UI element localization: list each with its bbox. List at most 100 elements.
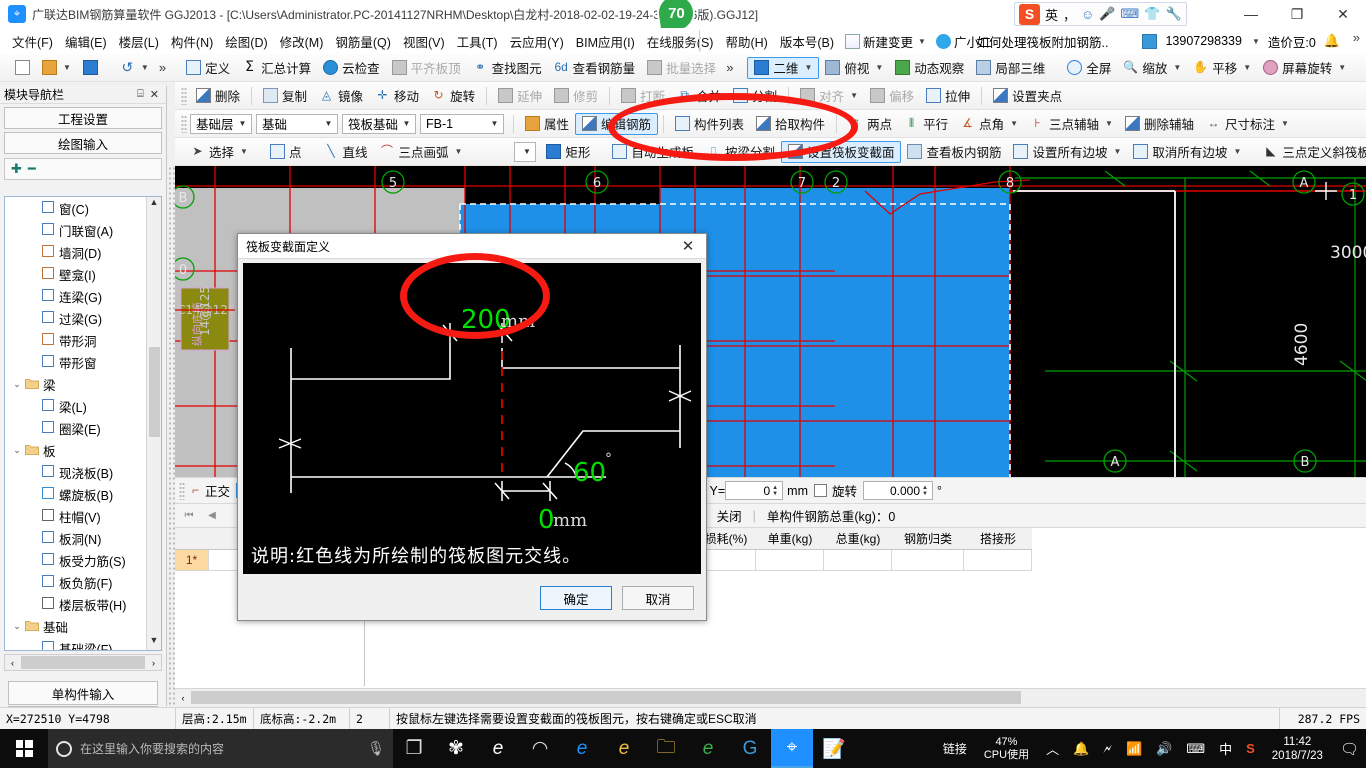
panel-close-icon[interactable]: ✕ (147, 88, 162, 101)
tray-bell-icon[interactable]: 🔔 (1066, 741, 1096, 757)
rotate-checkbox[interactable] (813, 484, 827, 497)
tree-item-柱帽v[interactable]: 柱帽(V) (5, 505, 146, 527)
coin-label[interactable]: 造价豆:0 (1268, 32, 1316, 51)
start-button[interactable] (0, 729, 48, 768)
taskbar-app-notes-icon[interactable]: 📝 (813, 729, 855, 768)
menu-floor[interactable]: 楼层(L) (113, 29, 165, 54)
dialog-cancel-button[interactable]: 取消 (622, 586, 694, 610)
tree-item-梁[interactable]: ⌄ 梁 (5, 373, 146, 395)
action-center-icon[interactable]: 🗨 (1333, 740, 1366, 758)
screen-rotate-button[interactable]: 屏幕旋转 ▼ (1257, 57, 1352, 79)
top-view-chevron-down-icon[interactable]: ▼ (875, 63, 883, 72)
pan-button[interactable]: ✋ 平移 ▼ (1187, 57, 1257, 79)
menu-cloud-app[interactable]: 云应用(Y) (504, 29, 570, 54)
undo-button[interactable]: ↺ ▼ (114, 57, 155, 79)
view-rebar-qty-button[interactable]: 6d 查看钢筋量 (548, 57, 642, 79)
three-point-axis-button[interactable]: ⊦ 三点辅轴 ▼ (1024, 113, 1119, 135)
chevron-down-icon[interactable]: ▼ (918, 37, 926, 46)
help-question-link[interactable]: 如何处理筏板附加钢筋.. (977, 32, 1109, 51)
pan-chevron-down-icon[interactable]: ▼ (1243, 63, 1251, 72)
rebar-cell-unit-weight[interactable] (756, 550, 824, 571)
arc-chevron-down-icon[interactable]: ▼ (454, 147, 462, 156)
menu-rebar[interactable]: 钢筋量(Q) (329, 29, 397, 54)
category-combo[interactable]: 基础 ▼ (256, 113, 338, 134)
menu-draw[interactable]: 绘图(D) (219, 29, 273, 54)
view-slab-rebar-button[interactable]: 查看板内钢筋 (901, 141, 1007, 163)
edit-rebar-button[interactable]: 编辑钢筋 (575, 112, 659, 135)
first-record-icon[interactable]: ⏮ (179, 507, 199, 525)
three-point-arc-button[interactable]: ⌒ 三点画弧 ▼ (373, 141, 468, 163)
open-chevron-down-icon[interactable]: ▼ (63, 63, 71, 72)
menu-version[interactable]: 版本号(B) (774, 29, 840, 54)
hscroll-thumb[interactable] (21, 656, 145, 669)
menu-view[interactable]: 视图(V) (397, 29, 451, 54)
split-by-beam-button[interactable]: ⎍ 按梁分割 (700, 141, 781, 163)
rebar-col-category[interactable]: 钢筋归类 (892, 528, 964, 550)
dimension-chevron-down-icon[interactable]: ▼ (1281, 119, 1289, 128)
dialog-ok-button[interactable]: 确定 (540, 586, 612, 610)
draw-extra-combo[interactable]: ▼ (514, 141, 537, 162)
ime-toolbar[interactable]: S 英 ， ☺ 🎤 ⌨ 👕 🔧 (1014, 2, 1187, 26)
taskbar-app-butterfly-icon[interactable]: ✾ (435, 729, 477, 768)
toolbar-standard-overflow-icon[interactable]: » (155, 60, 170, 75)
new-file-button[interactable] (9, 57, 36, 79)
y-spinner[interactable]: ▲ ▼ (770, 485, 780, 497)
delete-axis-button[interactable]: 删除辅轴 (1119, 113, 1200, 135)
microphone-icon[interactable]: 🎙 (367, 740, 385, 757)
point-angle-axis-button[interactable]: ∡ 点角 ▼ (954, 113, 1024, 135)
panel-splitter[interactable] (168, 166, 175, 706)
stretch-button[interactable]: 拉伸 (920, 85, 976, 107)
ime-punctuation-icon[interactable]: ， (1063, 5, 1076, 24)
scroll-down-icon[interactable]: ▼ (147, 635, 161, 650)
taskbar-app-spiral-icon[interactable]: ◠ (519, 729, 561, 768)
pick-component-button[interactable]: 拾取构件 (750, 113, 831, 135)
tree-item-板负筋f[interactable]: 板负筋(F) (5, 571, 146, 593)
rebar-col-total-weight[interactable]: 总重(kg) (824, 528, 892, 550)
screen-rotate-chevron-down-icon[interactable]: ▼ (1338, 63, 1346, 72)
line-tool-button[interactable]: ╲ 直线 (317, 141, 373, 163)
set-grip-button[interactable]: 设置夹点 (987, 85, 1068, 107)
rebar-cell-total-weight[interactable] (824, 550, 892, 571)
rebar-cell-category[interactable] (892, 550, 964, 571)
ime-settings-icon[interactable]: 🔧 (1165, 6, 1181, 22)
close-button[interactable]: ✕ (1320, 0, 1366, 28)
toolbar-modify-gripper[interactable] (181, 86, 187, 105)
menu-bim-app[interactable]: BIM应用(I) (570, 29, 641, 54)
tree-item-连梁g[interactable]: 连梁(G) (5, 285, 146, 307)
project-settings-button[interactable]: 工程设置 (4, 107, 162, 129)
component-tree[interactable]: 窗(C) 门联窗(A) 墙洞(D) 壁龛(I) 连梁(G) 过梁(G) 带形洞 带形窗 ⌄ 梁梁(… (4, 196, 162, 651)
move-button[interactable]: ✛ 移动 (369, 85, 425, 107)
tray-expand-icon[interactable]: ︿ (1039, 739, 1066, 758)
tree-item-墙洞d[interactable]: 墙洞(D) (5, 241, 146, 263)
taskbar-app-360-icon[interactable]: e (687, 729, 729, 768)
floor-combo[interactable]: 基础层 ▼ (190, 113, 252, 134)
tray-battery-icon[interactable]: 🗲 (1096, 741, 1119, 757)
tray-volume-icon[interactable]: 🔊 (1149, 741, 1179, 757)
point-angle-chevron-down-icon[interactable]: ▼ (1010, 119, 1018, 128)
summary-calc-button[interactable]: Σ 汇总计算 (236, 57, 317, 79)
single-component-input-button[interactable]: 单构件输入 (8, 681, 158, 705)
prev-record-icon[interactable]: ◀ (202, 507, 222, 525)
auto-generate-slab-button[interactable]: 自动生成板 (606, 141, 700, 163)
local-3d-button[interactable]: 局部三维 (970, 57, 1051, 79)
zoom-chevron-down-icon[interactable]: ▼ (1173, 63, 1181, 72)
properties-button[interactable]: 属性 (519, 113, 575, 135)
subbar-gripper[interactable] (179, 481, 185, 500)
ortho-label[interactable]: 正交 (205, 481, 230, 500)
tree-item-带形窗[interactable]: 带形窗 (5, 351, 146, 373)
top-view-button[interactable]: 俯视 ▼ (819, 57, 889, 79)
hscroll-right-icon[interactable]: › (146, 658, 161, 668)
tray-keyboard-icon[interactable]: ⌨ (1179, 741, 1212, 757)
tree-item-带形洞[interactable]: 带形洞 (5, 329, 146, 351)
taskbar-search[interactable]: 在这里输入你要搜索的内容 🎙 (48, 729, 393, 768)
component-list-button[interactable]: 构件列表 (669, 113, 750, 135)
pin-icon[interactable]: ⌸ (134, 88, 147, 101)
find-element-button[interactable]: ⚭ 查找图元 (467, 57, 548, 79)
tree-horizontal-scrollbar[interactable]: ‹ › (4, 654, 162, 671)
copy-button[interactable]: 复制 (257, 85, 313, 107)
taskbar-app-edge-green-icon[interactable]: e (477, 729, 519, 768)
rebar-hscroll-thumb[interactable] (191, 691, 1021, 704)
select-floor-button[interactable]: 选择楼层 (1362, 57, 1366, 79)
open-file-button[interactable]: ▼ (36, 57, 77, 79)
rebar-close-button[interactable]: 关闭 (717, 506, 742, 525)
